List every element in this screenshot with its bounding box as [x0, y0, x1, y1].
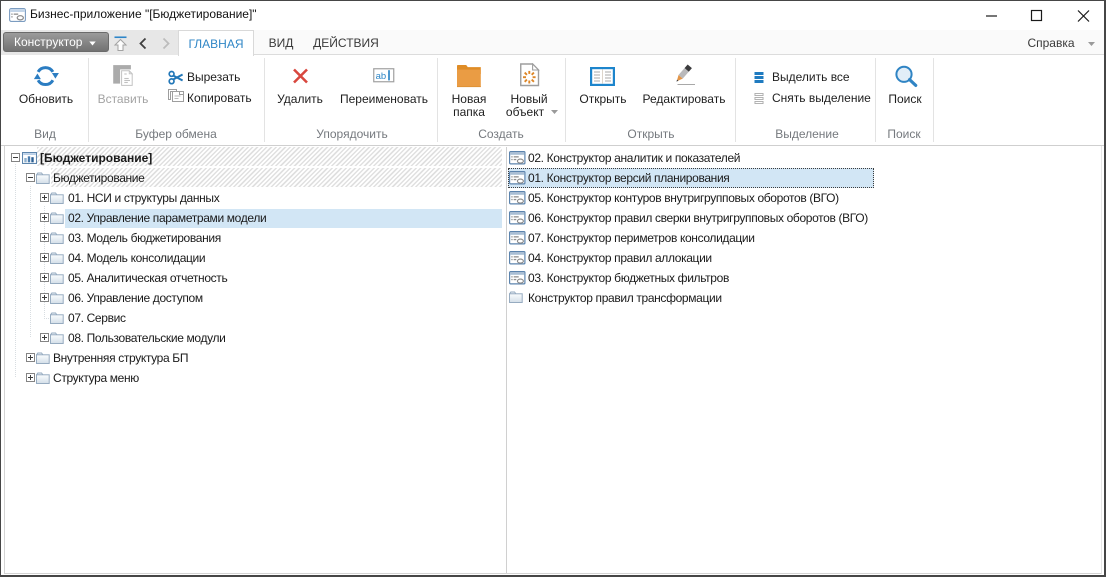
svg-text:ab: ab [376, 71, 387, 82]
